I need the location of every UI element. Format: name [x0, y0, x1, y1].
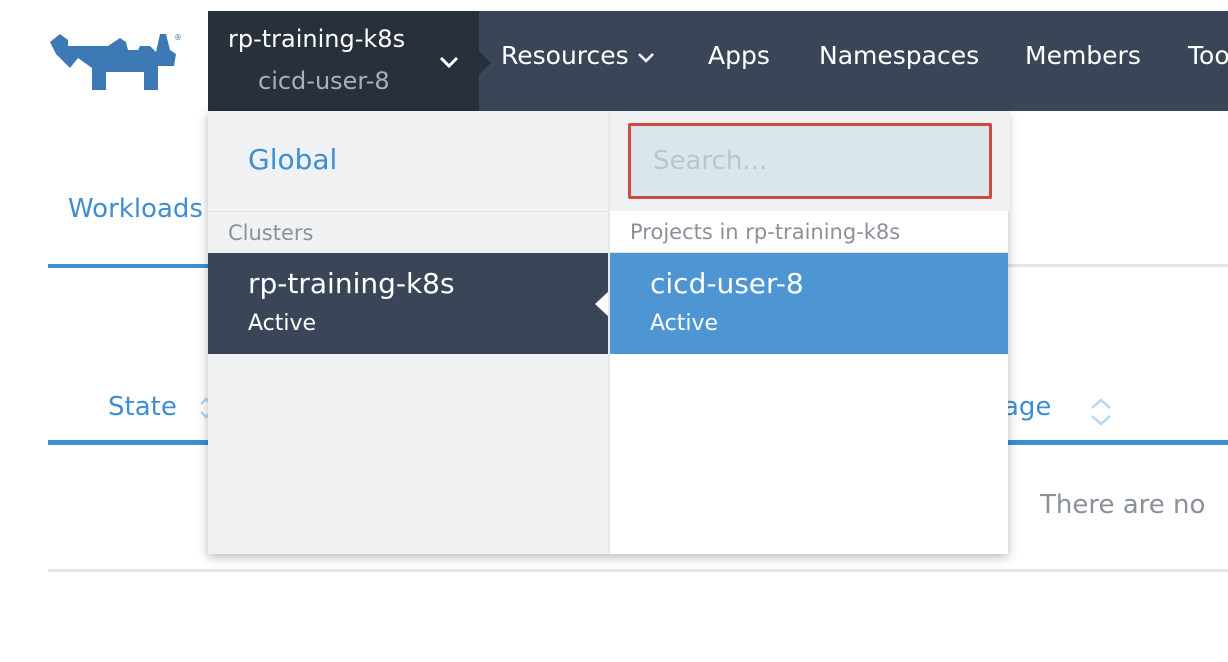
- svg-text:®: ®: [174, 33, 182, 42]
- search-input[interactable]: [628, 123, 992, 199]
- rancher-logo-icon: ®: [50, 33, 182, 90]
- cluster-item-name: rp-training-k8s: [248, 267, 455, 300]
- nav-resources[interactable]: Resources: [501, 41, 655, 70]
- chevron-down-icon: [439, 56, 459, 69]
- column-header-image[interactable]: Image: [1008, 392, 1228, 432]
- top-navigation: rp-training-k8s cicd-user-8 Resources Ap…: [208, 11, 1228, 111]
- projects-column: Projects in rp-training-k8s cicd-user-8 …: [608, 111, 1010, 554]
- column-header-state[interactable]: State: [108, 392, 213, 423]
- projects-heading: Projects in rp-training-k8s: [610, 211, 1008, 253]
- nav-members[interactable]: Members: [1025, 41, 1141, 70]
- table-bottom-divider: [48, 569, 1228, 572]
- tab-active-underline: [48, 264, 208, 268]
- cluster-item-state: Active: [248, 311, 317, 336]
- nav-apps[interactable]: Apps: [708, 41, 770, 70]
- nav-tools[interactable]: Too: [1188, 41, 1228, 70]
- clusters-heading: Clusters: [208, 211, 608, 253]
- rancher-logo[interactable]: ®: [48, 28, 188, 94]
- current-project-name: cicd-user-8: [258, 67, 390, 95]
- global-link[interactable]: Global: [248, 143, 337, 176]
- search-area: [610, 111, 1010, 211]
- project-switcher-dropdown: Global Clusters rp-training-k8s Active P…: [208, 111, 1010, 554]
- sort-icon: [1091, 398, 1111, 426]
- nav-namespaces[interactable]: Namespaces: [819, 41, 979, 70]
- column-header-state-label: State: [108, 392, 177, 422]
- column-header-image-label: Image: [1008, 392, 1052, 422]
- empty-table-message: There are no: [1040, 490, 1206, 520]
- project-item-state: Active: [650, 311, 719, 336]
- project-item[interactable]: cicd-user-8 Active: [610, 253, 1008, 354]
- selected-cluster-arrow: [595, 291, 609, 317]
- tab-workloads[interactable]: Workloads: [68, 194, 203, 224]
- current-cluster-name: rp-training-k8s: [228, 25, 406, 53]
- project-item-name: cicd-user-8: [650, 267, 804, 300]
- tab-divider: [1008, 264, 1228, 267]
- switcher-notch: [479, 51, 491, 75]
- cluster-project-switcher[interactable]: rp-training-k8s cicd-user-8: [208, 11, 491, 111]
- chevron-down-icon: [637, 53, 654, 63]
- nav-resources-label: Resources: [501, 41, 629, 70]
- cluster-item[interactable]: rp-training-k8s Active: [208, 253, 609, 354]
- clusters-column: Global Clusters rp-training-k8s Active: [208, 111, 609, 554]
